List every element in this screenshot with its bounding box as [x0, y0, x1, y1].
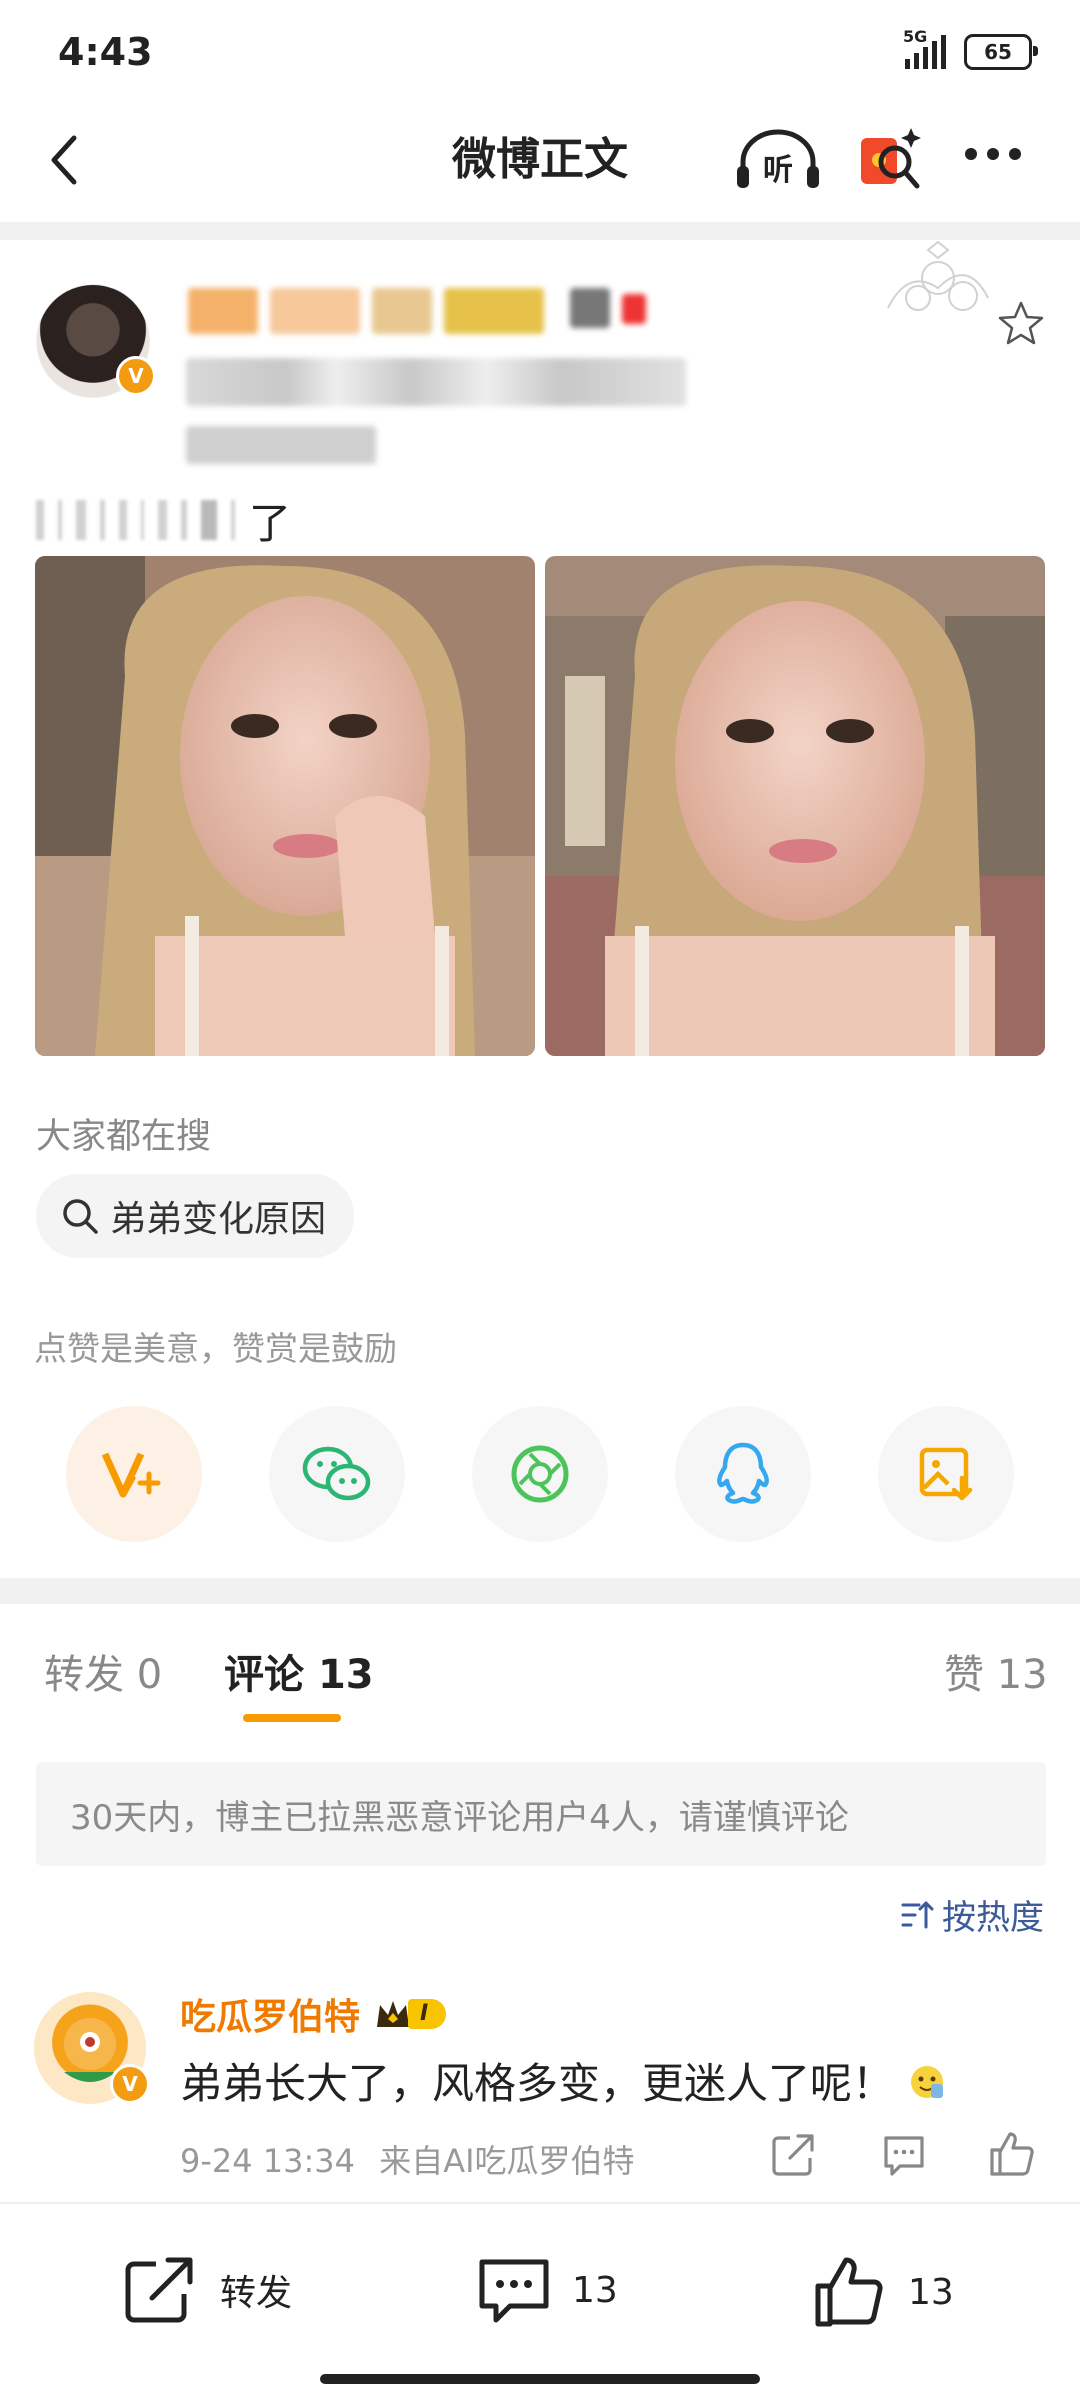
battery-icon: 65	[964, 34, 1038, 70]
search-icon	[63, 1199, 98, 1234]
reward-prompt: 点赞是美意，赞赏是鼓励	[34, 1329, 397, 1368]
home-indicator[interactable]	[320, 2374, 760, 2384]
crown-icon	[377, 2001, 410, 2027]
author-name-redacted[interactable]	[188, 288, 646, 334]
tab-repost-label: 转发	[44, 1652, 124, 1698]
comment-source: 来自AI吃瓜罗伯特	[379, 2142, 635, 2180]
save-image-button[interactable]	[878, 1406, 1014, 1542]
bottom-like-count: 13	[908, 2271, 954, 2313]
comment-time: 9-24 13:34	[180, 2142, 356, 2180]
emoji-icon	[911, 2066, 944, 2098]
author-intro-redacted	[186, 358, 686, 406]
comment-icon	[479, 2259, 549, 2323]
tab-repost[interactable]: 转发 0	[44, 1642, 162, 1700]
decoration-flower-icon	[887, 240, 989, 311]
network-type: 5G	[903, 27, 928, 46]
fan-level: I	[408, 1999, 447, 2029]
bottom-comment-button[interactable]: 13	[476, 2254, 618, 2326]
post-text: 了	[36, 490, 291, 550]
trending-search-query: 弟弟变化原因	[110, 1199, 327, 1240]
comment-notice: 30天内，博主已拉黑恶意评论用户4人，请谨慎评论	[36, 1762, 1046, 1866]
share-qq-button[interactable]	[675, 1406, 811, 1542]
comment-meta: 9-24 13:34 来自AI吃瓜罗伯特	[180, 2136, 635, 2182]
tab-like-label: 赞	[944, 1652, 984, 1698]
v-plus-icon	[101, 1452, 161, 1498]
battery-level: 65	[984, 40, 1012, 64]
save-image-icon	[919, 1447, 973, 1501]
headphones-icon: 听	[737, 129, 819, 188]
listen-label: 听	[763, 153, 793, 188]
fan-badge: I	[374, 1997, 447, 2031]
wechat-icon	[302, 1446, 371, 1501]
moments-icon	[511, 1445, 569, 1503]
post-photo-1[interactable]	[35, 556, 535, 1056]
comment-body: 弟弟长大了，风格多变，更迷人了呢！	[180, 2059, 895, 2108]
comment-share-icon[interactable]	[768, 2128, 820, 2180]
commenter-header: 吃瓜罗伯特 I	[180, 1988, 447, 2040]
bottom-repost-label: 转发	[220, 2273, 293, 2314]
bottom-divider	[0, 2202, 1080, 2204]
signal-icon: 5G	[903, 27, 946, 69]
active-tab-indicator	[243, 1714, 341, 1722]
share-moments-button[interactable]	[472, 1406, 608, 1542]
bottom-comment-count: 13	[572, 2269, 618, 2311]
status-time: 4:43	[58, 30, 153, 74]
bottom-repost-button[interactable]: 转发	[122, 2254, 292, 2326]
share-wechat-button[interactable]	[269, 1406, 405, 1542]
comment-text: 弟弟长大了，风格多变，更迷人了呢！	[180, 2050, 947, 2111]
comment-like-icon[interactable]	[986, 2128, 1038, 2180]
post-time-redacted	[186, 426, 376, 464]
sort-label: 按热度	[942, 1898, 1044, 1938]
status-icons: 5G 65	[903, 27, 1038, 70]
more-options-button[interactable]	[965, 148, 1021, 160]
commenter-name[interactable]: 吃瓜罗伯特	[180, 1988, 360, 2040]
post-photo-2[interactable]	[545, 556, 1045, 1056]
commenter-verified-icon: V	[110, 2064, 150, 2104]
listen-button[interactable]: 听	[735, 128, 821, 192]
v-plus-button[interactable]	[66, 1406, 202, 1542]
verified-badge-icon: V	[116, 356, 156, 396]
section-divider	[0, 1578, 1080, 1604]
favorite-star-icon[interactable]	[998, 300, 1044, 346]
red-packet-search-icon[interactable]	[855, 124, 925, 194]
tab-like[interactable]: 赞 13	[944, 1642, 1048, 1700]
post-text-end: 了	[249, 498, 292, 548]
bottom-like-button[interactable]: 13	[812, 2254, 954, 2330]
tab-comment[interactable]: 评论 13	[224, 1642, 374, 1700]
tab-comment-count: 13	[317, 1652, 374, 1698]
trending-search-title: 大家都在搜	[36, 1117, 212, 1157]
repost-icon	[125, 2257, 193, 2323]
qq-icon	[717, 1442, 769, 1504]
tab-like-count: 13	[996, 1652, 1048, 1698]
sort-icon	[901, 1901, 934, 1928]
like-icon	[815, 2257, 883, 2327]
sort-by-hot-button[interactable]: 按热度	[900, 1890, 1044, 1939]
tab-comment-label: 评论	[224, 1652, 304, 1698]
tab-repost-count: 0	[136, 1652, 163, 1698]
comment-reply-icon[interactable]	[878, 2128, 930, 2180]
trending-search-chip[interactable]: 弟弟变化原因	[36, 1174, 355, 1258]
